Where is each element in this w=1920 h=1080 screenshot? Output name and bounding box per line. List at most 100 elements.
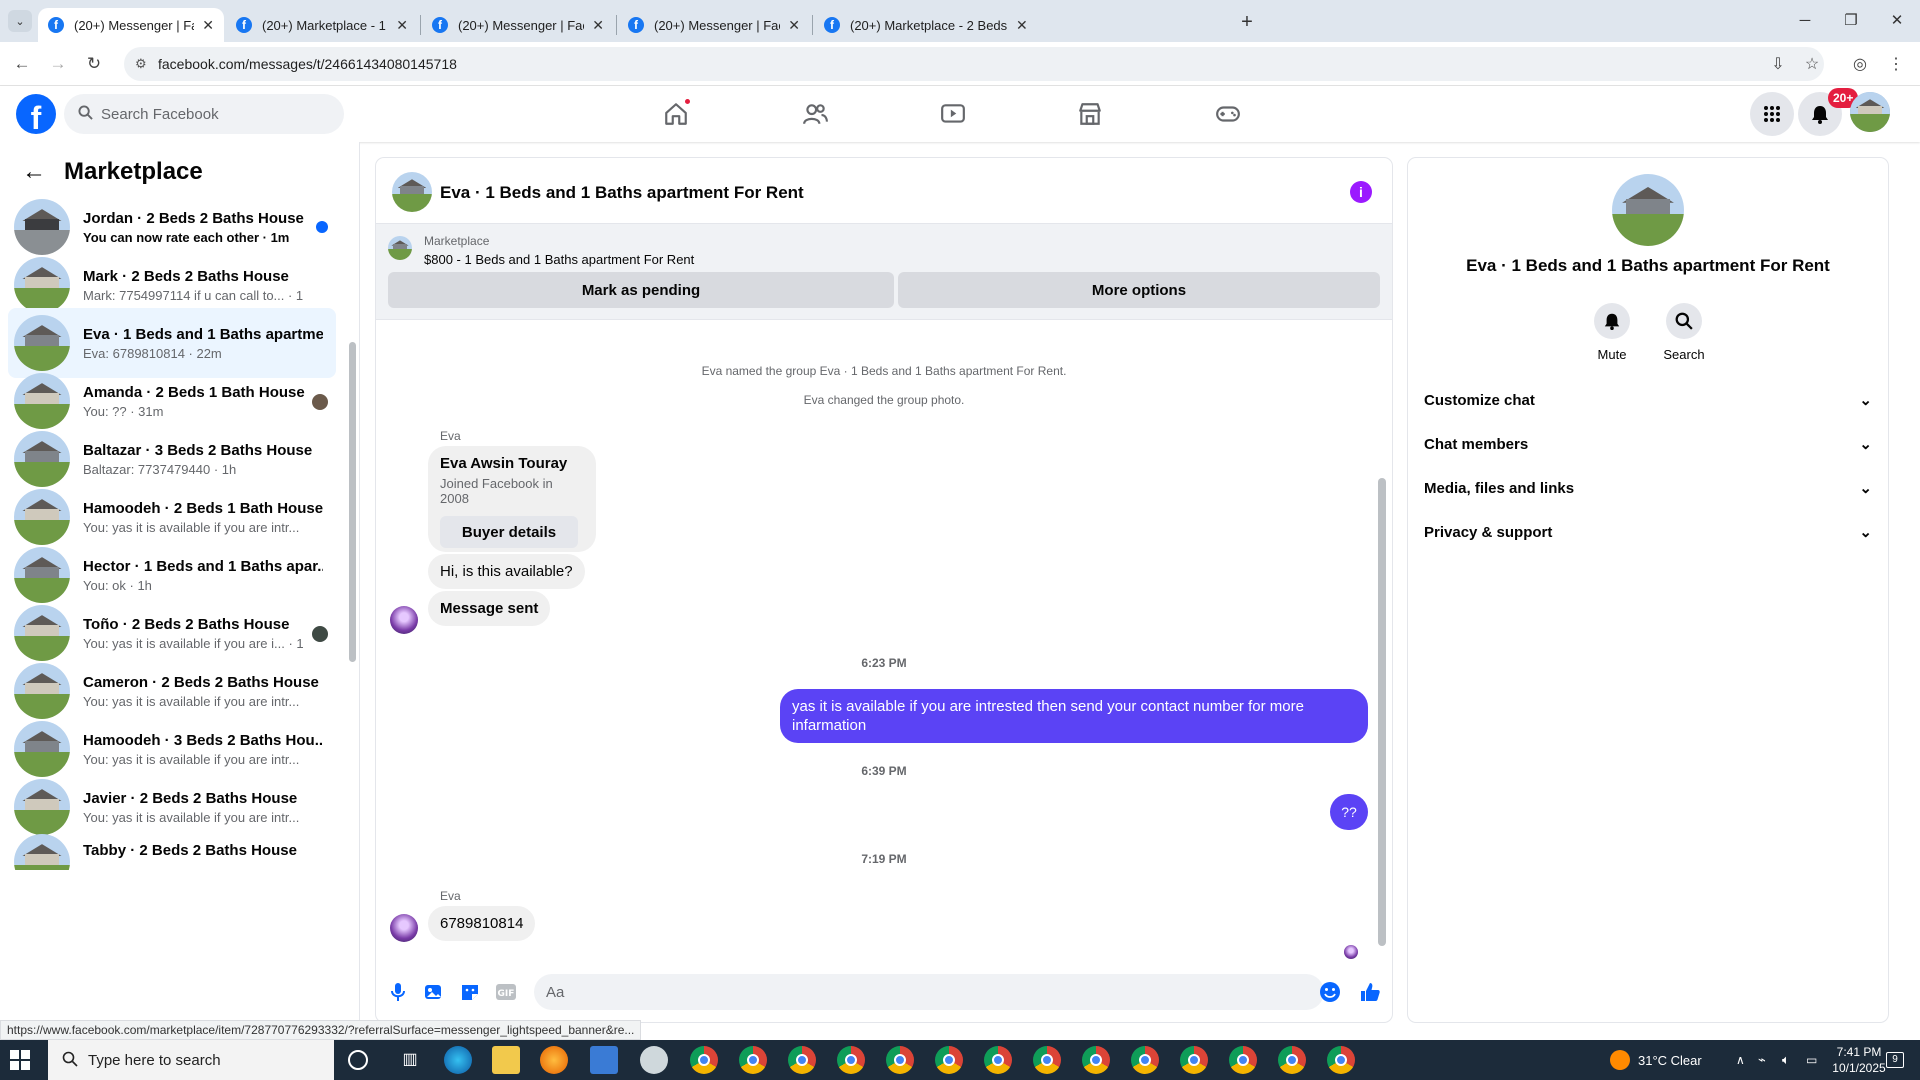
chat-avatar[interactable] — [392, 172, 432, 212]
buyer-details-button[interactable]: Buyer details — [440, 516, 578, 548]
conversation-item[interactable]: Tabby · 2 Beds 2 Baths House — [8, 830, 336, 870]
bookmark-star-icon[interactable]: ☆ — [1800, 52, 1824, 76]
chat-scrollbar[interactable] — [1378, 478, 1386, 946]
chrome-icon[interactable] — [1278, 1046, 1306, 1074]
marketplace-nav-icon[interactable] — [1072, 96, 1108, 132]
taskbar-search-box[interactable]: Type here to search — [48, 1040, 334, 1080]
chrome-icon[interactable] — [984, 1046, 1012, 1074]
conversation-avatar — [14, 663, 70, 719]
browser-tab-1[interactable]: f (20+) Messenger | Facebook ✕ — [38, 8, 224, 42]
reload-icon[interactable]: ↻ — [82, 52, 106, 76]
microphone-icon[interactable] — [386, 980, 410, 1004]
search-action[interactable]: Search — [1654, 303, 1714, 362]
browser-tab-4[interactable]: f (20+) Messenger | Facebook ✕ — [618, 8, 810, 42]
browser-tab-5[interactable]: f (20+) Marketplace - 2 Beds 2 B ✕ — [814, 8, 1218, 42]
my-message-bubble[interactable]: ?? — [1330, 794, 1368, 830]
svg-text:GIF: GIF — [498, 989, 515, 999]
new-tab-button[interactable]: + — [1233, 8, 1261, 36]
my-message-bubble[interactable]: yas it is available if you are intrested… — [780, 689, 1368, 743]
gif-icon[interactable]: GIF — [494, 980, 518, 1004]
sender-avatar[interactable] — [390, 606, 418, 634]
listing-title[interactable]: $800 - 1 Beds and 1 Baths apartment For … — [424, 252, 694, 267]
chrome-icon[interactable] — [1180, 1046, 1208, 1074]
privacy-support-section[interactable]: Privacy & support ⌄ — [1424, 512, 1872, 552]
clock[interactable]: 7:41 PM 10/1/2025 — [1830, 1040, 1888, 1080]
chrome-icon[interactable] — [788, 1046, 816, 1074]
message-bubble[interactable]: Hi, is this available? — [428, 554, 585, 589]
chrome-icon[interactable] — [690, 1046, 718, 1074]
network-icon[interactable]: ⌁ — [1758, 1040, 1766, 1080]
chrome-icon[interactable] — [886, 1046, 914, 1074]
chrome-icon[interactable] — [739, 1046, 767, 1074]
thumbs-up-icon[interactable] — [1358, 980, 1382, 1004]
install-app-icon[interactable]: ⇩ — [1766, 52, 1790, 76]
firefox-icon[interactable] — [540, 1046, 568, 1074]
chrome-icon[interactable] — [935, 1046, 963, 1074]
chrome-icon[interactable] — [1327, 1046, 1355, 1074]
group-avatar[interactable] — [1612, 174, 1684, 246]
app-icon[interactable] — [590, 1046, 618, 1074]
facebook-search-input[interactable]: Search Facebook — [64, 94, 344, 134]
profile-icon[interactable]: ◎ — [1848, 52, 1872, 76]
chrome-icon[interactable] — [1131, 1046, 1159, 1074]
minimize-button[interactable]: ─ — [1782, 0, 1828, 40]
back-icon[interactable]: ← — [10, 52, 34, 76]
browser-tab-3[interactable]: f (20+) Messenger | Facebook ✕ — [422, 8, 614, 42]
volume-icon[interactable]: 🔈︎ — [1782, 1040, 1790, 1080]
emoji-icon[interactable] — [1318, 980, 1342, 1004]
menu-grid-icon[interactable] — [1750, 92, 1794, 136]
more-options-button[interactable]: More options — [898, 272, 1380, 308]
display-icon[interactable]: ▭ — [1806, 1040, 1817, 1080]
profile-card: Eva Awsin Touray Joined Facebook in 2008… — [428, 446, 596, 552]
tray-chevron-icon[interactable]: ∧ — [1736, 1040, 1745, 1080]
media-files-links-section[interactable]: Media, files and links ⌄ — [1424, 468, 1872, 508]
chrome-icon[interactable] — [1082, 1046, 1110, 1074]
mark-as-pending-button[interactable]: Mark as pending — [388, 272, 894, 308]
browser-tab-2[interactable]: f (20+) Marketplace - 1 Beds and ✕ — [226, 8, 418, 42]
edge-icon[interactable] — [444, 1046, 472, 1074]
weather-widget[interactable]: 31°C Clear — [1610, 1040, 1702, 1080]
account-avatar[interactable] — [1850, 92, 1890, 132]
tab-search-button[interactable]: ⌄ — [8, 10, 32, 32]
chrome-icon[interactable] — [837, 1046, 865, 1074]
close-window-button[interactable]: ✕ — [1874, 0, 1920, 40]
friends-nav-icon[interactable] — [797, 96, 833, 132]
message-bubble[interactable]: 6789810814 — [428, 906, 536, 941]
close-tab-icon[interactable]: ✕ — [396, 17, 408, 34]
chat-members-section[interactable]: Chat members ⌄ — [1424, 424, 1872, 464]
close-tab-icon[interactable]: ✕ — [202, 17, 214, 34]
chat-title[interactable]: Eva · 1 Beds and 1 Baths apartment For R… — [440, 183, 804, 203]
site-info-icon[interactable]: ⚙ — [135, 56, 147, 72]
back-arrow-icon[interactable]: ← — [22, 158, 46, 186]
cortana-icon[interactable] — [348, 1050, 368, 1070]
close-tab-icon[interactable]: ✕ — [788, 17, 800, 34]
forward-icon[interactable]: → — [46, 52, 70, 76]
sender-avatar[interactable] — [390, 914, 418, 942]
home-nav-icon[interactable] — [658, 96, 694, 132]
photo-icon[interactable] — [422, 980, 446, 1004]
message-bubble[interactable]: Message sent — [428, 591, 551, 626]
task-view-icon[interactable]: ▥ — [396, 1046, 424, 1074]
close-tab-icon[interactable]: ✕ — [1016, 17, 1028, 34]
message-input[interactable]: Aa — [534, 974, 1324, 1010]
browser-menu-icon[interactable]: ⋮ — [1884, 52, 1908, 76]
gaming-nav-icon[interactable] — [1210, 96, 1246, 132]
sidebar-scrollbar[interactable] — [349, 342, 356, 662]
chrome-icon[interactable] — [1033, 1046, 1061, 1074]
chat-panel: Eva · 1 Beds and 1 Baths apartment For R… — [376, 158, 1392, 1022]
mute-action[interactable]: Mute — [1582, 303, 1642, 362]
browser-tab-bar: ⌄ f (20+) Messenger | Facebook ✕ f (20+)… — [0, 0, 1920, 42]
video-nav-icon[interactable] — [935, 96, 971, 132]
chrome-icon[interactable] — [1229, 1046, 1257, 1074]
action-center-icon[interactable]: 9 — [1886, 1040, 1904, 1080]
sticker-icon[interactable] — [458, 980, 482, 1004]
app-icon[interactable] — [640, 1046, 668, 1074]
facebook-logo-icon[interactable]: f — [16, 94, 56, 134]
windows-start-icon[interactable] — [10, 1050, 30, 1070]
address-bar[interactable]: ⚙ facebook.com/messages/t/24661434080145… — [124, 47, 1824, 81]
file-explorer-icon[interactable] — [492, 1046, 520, 1074]
customize-chat-section[interactable]: Customize chat ⌄ — [1424, 380, 1872, 420]
restore-button[interactable]: ❐ — [1828, 0, 1874, 40]
info-icon[interactable]: i — [1350, 181, 1372, 203]
close-tab-icon[interactable]: ✕ — [592, 17, 604, 34]
